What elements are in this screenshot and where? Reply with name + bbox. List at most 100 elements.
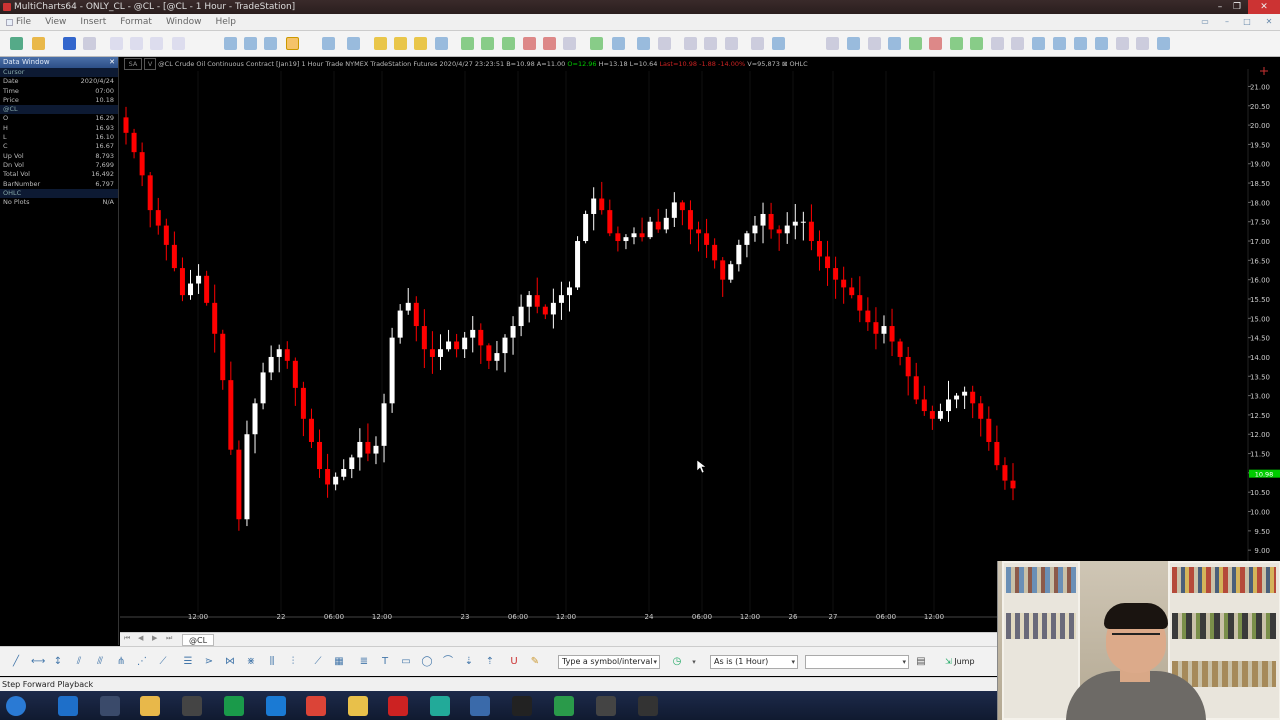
- compress-icon[interactable]: [826, 37, 839, 50]
- drawing-icon[interactable]: [612, 37, 625, 50]
- chrome-icon[interactable]: [306, 696, 326, 716]
- price-level-icon[interactable]: ≣: [358, 656, 370, 668]
- minimize-button[interactable]: –: [1212, 0, 1228, 14]
- start-orb-icon[interactable]: [6, 696, 26, 716]
- parallel-icon[interactable]: ⫻: [94, 656, 106, 668]
- order-icon[interactable]: [502, 37, 515, 50]
- shift-icon[interactable]: [991, 37, 1004, 50]
- mdi-close-icon[interactable]: ✕: [1262, 17, 1276, 29]
- time-zones-icon[interactable]: ⫶: [287, 656, 299, 668]
- gann-icon[interactable]: ⟋: [157, 656, 169, 668]
- arrow-up-icon[interactable]: [909, 37, 922, 50]
- tools-icon[interactable]: [1136, 37, 1149, 50]
- ellipse-tool-icon[interactable]: ◯: [421, 656, 433, 668]
- brush-icon[interactable]: ✎: [529, 656, 541, 668]
- menu-view[interactable]: View: [45, 17, 66, 27]
- next-tab-icon[interactable]: ▶: [152, 634, 157, 642]
- prev-tab-icon[interactable]: ◀: [138, 634, 143, 642]
- new-workspace-icon[interactable]: [10, 37, 23, 50]
- new-chart-icon[interactable]: [110, 37, 123, 50]
- new-scanner-icon[interactable]: [130, 37, 143, 50]
- chart-app-icon[interactable]: [430, 696, 450, 716]
- step-forward-icon[interactable]: [970, 37, 983, 50]
- rectangle-tool-icon[interactable]: ▭: [400, 656, 412, 668]
- folder-icon[interactable]: [348, 696, 368, 716]
- marker-tool-icon[interactable]: ⇡: [484, 656, 496, 668]
- fib-fan-icon[interactable]: ⋈: [224, 656, 236, 668]
- refresh-icon[interactable]: [244, 37, 257, 50]
- text-tool-icon[interactable]: T: [379, 656, 391, 668]
- jump-button[interactable]: ⇲ Jump: [945, 655, 975, 669]
- fib-extension-icon[interactable]: ⋗: [203, 656, 215, 668]
- loader-icon[interactable]: [638, 696, 658, 716]
- shrink-icon[interactable]: [868, 37, 881, 50]
- menu-file[interactable]: File: [6, 17, 31, 27]
- plus-icon[interactable]: [658, 37, 671, 50]
- channel-icon[interactable]: ⫽: [73, 656, 85, 668]
- tab-cl[interactable]: @CL: [182, 634, 215, 646]
- menu-format[interactable]: Format: [120, 17, 152, 27]
- replay-icon[interactable]: [772, 37, 785, 50]
- chevron-down-icon[interactable]: ▾: [791, 656, 795, 668]
- new-orderbook-icon[interactable]: [172, 37, 185, 50]
- expand-icon[interactable]: [847, 37, 860, 50]
- cat-icon[interactable]: [512, 696, 532, 716]
- maximize-button[interactable]: ❐: [1229, 0, 1245, 14]
- scroll-icon[interactable]: [684, 37, 697, 50]
- menu-window[interactable]: Window: [166, 17, 202, 27]
- hand-icon[interactable]: [1157, 37, 1170, 50]
- strategy-icon[interactable]: [347, 37, 360, 50]
- sell-icon[interactable]: [481, 37, 494, 50]
- multicharts-icon[interactable]: [224, 696, 244, 716]
- close-icon[interactable]: ✕: [109, 57, 115, 68]
- horizontal-line-icon[interactable]: ⟷: [31, 656, 45, 668]
- buy-icon[interactable]: [461, 37, 474, 50]
- bars-icon[interactable]: [374, 37, 387, 50]
- close-button[interactable]: ✕: [1248, 0, 1280, 14]
- chevron-down-icon[interactable]: ▾: [902, 656, 906, 668]
- explorer-icon[interactable]: [140, 696, 160, 716]
- line-tool-icon[interactable]: ╱: [10, 656, 22, 668]
- check-icon[interactable]: [435, 37, 448, 50]
- line-chart-icon[interactable]: [414, 37, 427, 50]
- step-back-icon[interactable]: [950, 37, 963, 50]
- arc-tool-icon[interactable]: ⌒: [442, 656, 454, 668]
- calendar-icon[interactable]: ▤: [915, 656, 927, 668]
- chevron-down-icon[interactable]: ▾: [688, 656, 700, 668]
- chrome-alt-icon[interactable]: [554, 696, 574, 716]
- cancel-order-icon[interactable]: [523, 37, 536, 50]
- data-window-header[interactable]: Data Window ✕: [0, 57, 118, 68]
- candles-icon[interactable]: [394, 37, 407, 50]
- arrow-tool-icon[interactable]: ⇣: [463, 656, 475, 668]
- fan-icon[interactable]: ⋰: [136, 656, 148, 668]
- arrow-down-icon[interactable]: [929, 37, 942, 50]
- open-folder-icon[interactable]: [32, 37, 45, 50]
- histogram-icon[interactable]: [563, 37, 576, 50]
- volume-icon[interactable]: [590, 37, 603, 50]
- fib-retracement-icon[interactable]: ☰: [182, 656, 194, 668]
- zoom-out-icon[interactable]: [1053, 37, 1066, 50]
- interval-select[interactable]: As is (1 Hour) ▾: [710, 655, 798, 669]
- pen-tool-icon[interactable]: [286, 37, 299, 50]
- mdi-restore-icon[interactable]: ▭: [1198, 17, 1212, 29]
- pdf-icon[interactable]: [596, 696, 616, 716]
- magnifier-icon[interactable]: [1032, 37, 1045, 50]
- flatten-icon[interactable]: [543, 37, 556, 50]
- menu-insert[interactable]: Insert: [80, 17, 106, 27]
- settings-icon[interactable]: [470, 696, 490, 716]
- select-arrow-icon[interactable]: [637, 37, 650, 50]
- multicharts-alt-icon[interactable]: [266, 696, 286, 716]
- menu-help[interactable]: Help: [215, 17, 236, 27]
- settings-icon[interactable]: [1095, 37, 1108, 50]
- date-jump-input[interactable]: ▾: [805, 655, 909, 669]
- new-dom-icon[interactable]: [150, 37, 163, 50]
- ig-icon[interactable]: [388, 696, 408, 716]
- last-tab-icon[interactable]: ⏭: [166, 634, 172, 643]
- cursor-tool-icon[interactable]: [224, 37, 237, 50]
- crosshair-icon[interactable]: [704, 37, 717, 50]
- regression-icon[interactable]: ⟋: [312, 656, 324, 668]
- app-icon[interactable]: [182, 696, 202, 716]
- reload-icon[interactable]: [1074, 37, 1087, 50]
- zoom-tool-icon[interactable]: [264, 37, 277, 50]
- zoom-in-icon[interactable]: [725, 37, 738, 50]
